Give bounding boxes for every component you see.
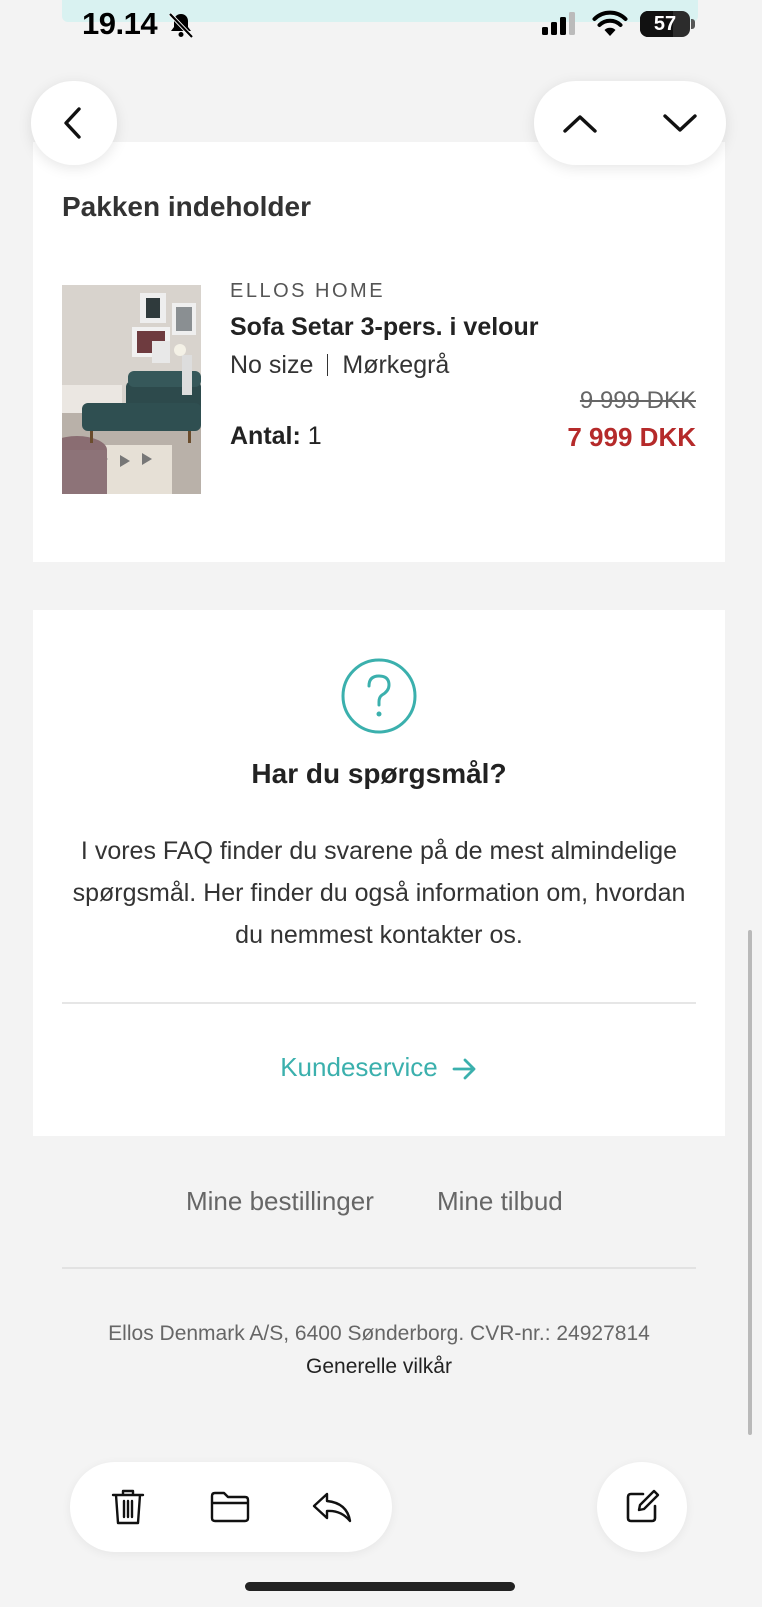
- move-to-folder-button[interactable]: [200, 1477, 260, 1537]
- back-button[interactable]: [31, 81, 117, 165]
- terms-link[interactable]: Generelle vilkår: [33, 1355, 725, 1379]
- faq-body: I vores FAQ finder du svarene på de mest…: [72, 837, 686, 949]
- status-time: 19.14: [82, 6, 158, 41]
- faq-divider: [62, 1002, 696, 1004]
- quantity-value: 1: [307, 422, 322, 450]
- chevron-left-icon: [64, 107, 81, 139]
- compose-icon: [626, 1489, 660, 1523]
- battery-icon: 57: [640, 11, 696, 37]
- package-title: Pakken indeholder: [62, 191, 311, 222]
- customer-service-link[interactable]: Kundeservice: [33, 1052, 725, 1083]
- customer-service-label: Kundeservice: [280, 1052, 438, 1082]
- battery-level: 57: [653, 13, 677, 35]
- question-circle-icon: [341, 658, 417, 734]
- price-sale: 7 999 DKK: [567, 422, 696, 452]
- product-variant: No size Mørkegrå: [230, 351, 449, 380]
- my-offers-link[interactable]: Mine tilbud: [437, 1186, 563, 1217]
- variant-separator: [327, 354, 329, 376]
- reply-button[interactable]: [302, 1477, 362, 1537]
- delete-button[interactable]: [98, 1477, 158, 1537]
- reply-icon: [312, 1492, 352, 1523]
- wifi-icon: [592, 10, 628, 36]
- quantity-label: Antal:: [230, 422, 301, 450]
- product-brand: ELLOS HOME: [230, 280, 386, 302]
- company-info: Ellos Denmark A/S, 6400 Sønderborg. CVR-…: [108, 1322, 650, 1345]
- faq-title: Har du spørgsmål?: [251, 758, 507, 789]
- previous-message-button[interactable]: [550, 93, 610, 153]
- footer-divider: [62, 1267, 696, 1269]
- price-original: 9 999 DKK: [579, 387, 696, 414]
- product-color: Mørkegrå: [342, 351, 450, 379]
- my-orders-link[interactable]: Mine bestillinger: [186, 1186, 374, 1217]
- scrollbar[interactable]: [748, 930, 752, 1435]
- compose-button[interactable]: [597, 1462, 687, 1552]
- home-indicator: [245, 1582, 515, 1591]
- signal-icon: [542, 12, 575, 35]
- message-navigation: [534, 81, 726, 165]
- product-image[interactable]: [62, 285, 201, 494]
- arrow-right-icon: [452, 1058, 476, 1080]
- bell-muted-icon: [168, 12, 194, 39]
- quantity: Antal: 1: [230, 422, 322, 451]
- product-name[interactable]: Sofa Setar 3-pers. i velour: [230, 313, 538, 342]
- folder-icon: [210, 1491, 250, 1523]
- next-message-button[interactable]: [650, 93, 710, 153]
- chevron-down-icon: [663, 114, 697, 132]
- trash-icon: [111, 1489, 145, 1525]
- toolbar-actions: [70, 1462, 392, 1552]
- product-size: No size: [230, 351, 314, 379]
- chevron-up-icon: [563, 115, 597, 133]
